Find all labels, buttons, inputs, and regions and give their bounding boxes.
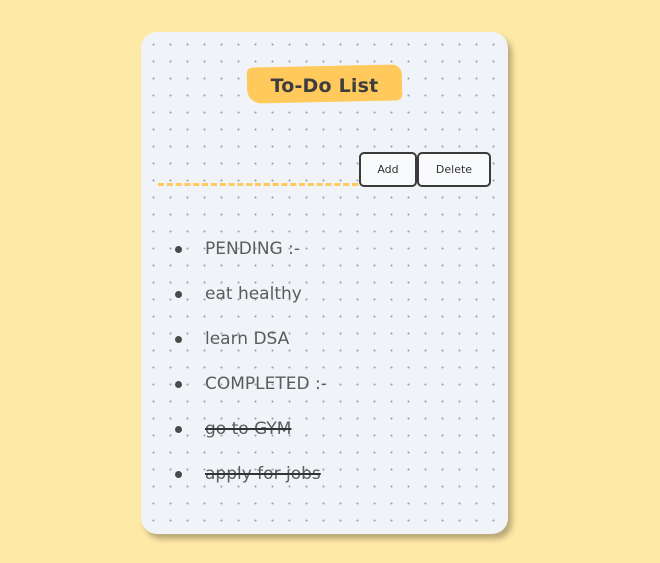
bullet-icon — [175, 291, 182, 298]
add-button[interactable]: Add — [359, 152, 417, 187]
task-text: PENDING :- — [205, 239, 300, 259]
bullet-icon — [175, 381, 182, 388]
list-item[interactable]: eat healthy — [141, 272, 327, 317]
todo-card: To-Do List Add Delete PENDING :- eat hea… — [141, 32, 508, 534]
task-text: go to GYM — [205, 419, 292, 439]
task-input[interactable] — [158, 154, 358, 182]
list-item[interactable]: apply for jobs — [141, 452, 327, 497]
input-underline — [158, 183, 358, 186]
list-item[interactable]: go to GYM — [141, 407, 327, 452]
task-list: PENDING :- eat healthy learn DSA COMPLET… — [141, 227, 327, 497]
delete-button[interactable]: Delete — [417, 152, 491, 187]
page-title: To-Do List — [270, 75, 379, 97]
list-item[interactable]: PENDING :- — [141, 227, 327, 272]
task-text: apply for jobs — [205, 464, 321, 484]
bullet-icon — [175, 471, 182, 478]
list-item[interactable]: COMPLETED :- — [141, 362, 327, 407]
task-text: eat healthy — [205, 284, 302, 304]
task-text: COMPLETED :- — [205, 374, 327, 394]
bullet-icon — [175, 246, 182, 253]
list-item[interactable]: learn DSA — [141, 317, 327, 362]
bullet-icon — [175, 336, 182, 343]
task-text: learn DSA — [205, 329, 290, 349]
bullet-icon — [175, 426, 182, 433]
